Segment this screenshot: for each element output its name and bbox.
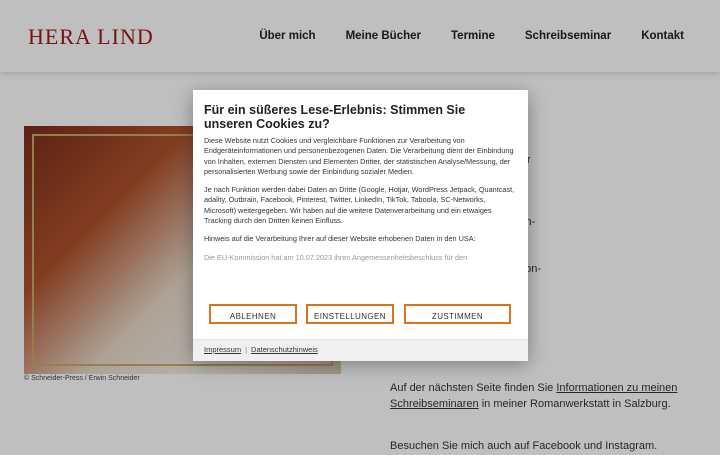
footer-links: Impressum | Datenschutzhinweis xyxy=(204,345,318,354)
cookie-paragraph: Die EU-Kommission hat am 10.07.2023 ihre… xyxy=(204,252,468,262)
settings-button[interactable]: EINSTELLUNGEN xyxy=(306,304,394,324)
cookie-paragraph: Diese Website nutzt Cookies und vergleic… xyxy=(204,136,514,176)
reject-button[interactable]: ABLEHNEN xyxy=(209,304,297,324)
cookie-paragraph: Je nach Funktion werden dabei Daten an D… xyxy=(204,185,515,226)
cookie-dialog-footer: Impressum | Datenschutzhinweis xyxy=(193,339,528,361)
cookie-paragraph: Hinweis auf die Verarbeitung Ihrer auf d… xyxy=(204,234,476,244)
cookie-dialog-title: Für ein süßeres Lese-Erlebnis: Stimmen S… xyxy=(204,103,466,131)
cookie-dialog-body[interactable]: Diese Website nutzt Cookies und vergleic… xyxy=(204,136,516,280)
accept-button[interactable]: ZUSTIMMEN xyxy=(404,304,511,324)
imprint-link[interactable]: Impressum xyxy=(204,345,241,354)
privacy-link[interactable]: Datenschutzhinweis xyxy=(251,345,318,354)
link-separator: | xyxy=(245,345,248,354)
cookie-consent-dialog: Für ein süßeres Lese-Erlebnis: Stimmen S… xyxy=(193,90,528,361)
